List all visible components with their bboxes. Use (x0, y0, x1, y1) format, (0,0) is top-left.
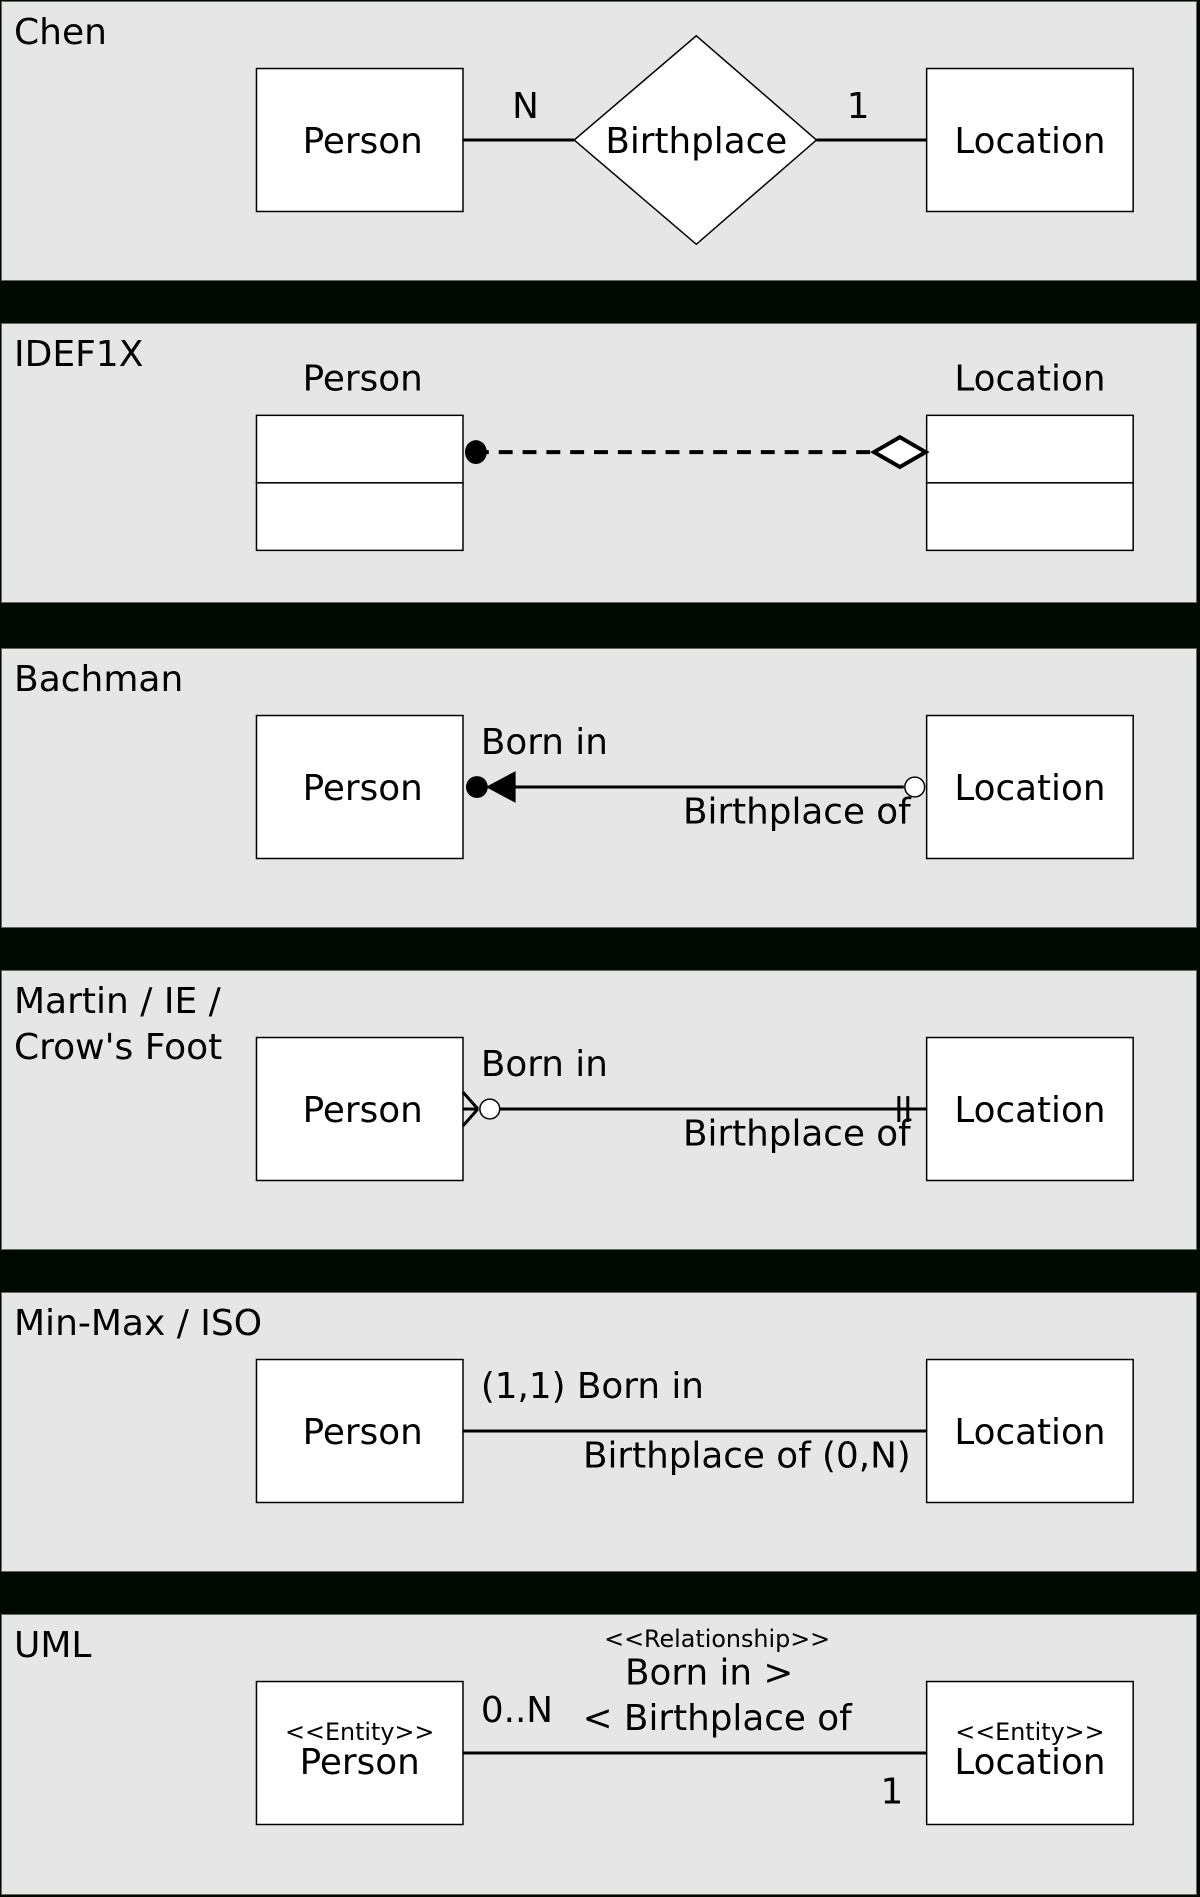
idef1x-entity-location-key (925, 414, 1134, 484)
panel-min-max: Person Location (1,1) Born in Birthplace… (1, 1292, 1197, 1572)
panel-uml: <<Entity>> Person <<Entity>> Location <<… (1, 1614, 1197, 1895)
bachman-filled-dot-icon (465, 776, 488, 798)
idef1x-entity-location-label: Location (954, 359, 1105, 400)
idef1x-entity-person-key (255, 414, 464, 484)
panel-title: IDEF1X (14, 334, 144, 375)
idef1x-open-diamond-icon (870, 434, 930, 470)
bachman-label-forward: Born in (481, 722, 608, 763)
uml-diagram: <<Entity>> Person <<Entity>> Location <<… (255, 1625, 1134, 1826)
panel-title: Min-Max / ISO (14, 1303, 263, 1344)
chen-entity-person-label: Person (303, 121, 423, 162)
uml-multiplicity-left: 0..N (481, 1690, 553, 1731)
bachman-arrowhead-icon (485, 771, 516, 803)
chen-cardinality-left: N (512, 86, 539, 127)
uml-entity-location-label: Location (954, 1742, 1105, 1783)
idef1x-diagram: Person Location (255, 359, 1134, 552)
panel-title: Martin / IE / Crow's Foot (14, 981, 223, 1068)
idef1x-entity-person-label: Person (303, 359, 423, 400)
min-max-entity-person-label: Person (303, 1412, 423, 1453)
chen-cardinality-right: 1 (847, 86, 870, 127)
panel-title: UML (14, 1625, 92, 1666)
crows-foot-zero-circle-icon (479, 1098, 501, 1120)
chen-relationship-label: Birthplace (605, 121, 787, 162)
uml-entity-person-label: Person (300, 1742, 420, 1783)
crows-foot-label-forward: Born in (481, 1044, 608, 1085)
idef1x-filled-dot-icon (464, 440, 487, 464)
crows-foot-entity-location-label: Location (954, 1090, 1105, 1131)
panel-bachman: Person Location Born in Birthplace of Ba… (1, 648, 1197, 928)
panel-title: Bachman (14, 659, 184, 700)
min-max-label-reverse: Birthplace of (0,N) (583, 1436, 911, 1477)
crows-foot-many-icon (461, 1091, 479, 1127)
chen-entity-location-label: Location (954, 121, 1105, 162)
panel-chen: Person Location Birthplace N 1 Chen (1, 1, 1197, 281)
uml-multiplicity-right: 1 (881, 1772, 904, 1813)
min-max-entity-location-label: Location (954, 1412, 1105, 1453)
bachman-entity-location-label: Location (954, 768, 1105, 809)
min-max-label-forward: (1,1) Born in (481, 1366, 704, 1407)
uml-label-reverse: < Birthplace of (583, 1698, 853, 1739)
panel-crows-foot: Person Location Born in Birthplace of Ma… (1, 970, 1197, 1250)
idef1x-entity-location-body (925, 482, 1134, 552)
idef1x-entity-person-body (255, 482, 464, 552)
panel-title: Chen (14, 12, 107, 53)
bachman-entity-person-label: Person (303, 768, 423, 809)
uml-label-forward: Born in > (625, 1653, 793, 1694)
crows-foot-entity-person-label: Person (303, 1090, 423, 1131)
uml-relationship-stereotype: <<Relationship>> (604, 1625, 830, 1653)
panel-idef1x: Person Location IDEF1X (1, 323, 1197, 603)
bachman-label-reverse: Birthplace of (683, 792, 912, 833)
crows-foot-label-reverse: Birthplace of (683, 1114, 912, 1155)
chen-diagram: Person Location Birthplace N 1 (255, 34, 1134, 246)
